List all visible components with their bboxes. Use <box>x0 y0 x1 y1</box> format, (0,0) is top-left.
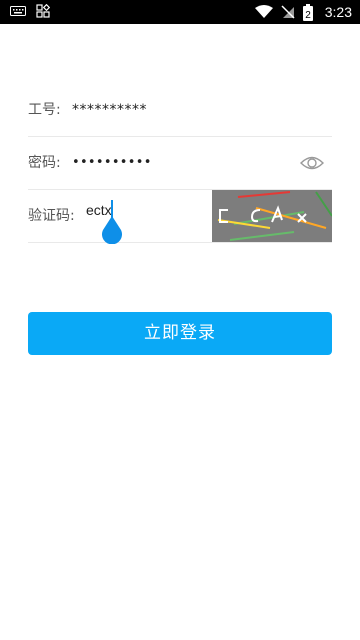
status-time: 3:23 <box>324 4 352 20</box>
no-sim-icon <box>281 5 295 19</box>
cursor-handle-icon[interactable] <box>100 216 124 244</box>
captcha-label: 验证码: <box>28 208 75 224</box>
employee-id-input[interactable]: ********** <box>72 84 147 136</box>
employee-id-row: 工号: ********** <box>28 84 332 137</box>
status-bar-left <box>10 4 50 18</box>
password-input[interactable]: •••••••••• <box>72 137 152 189</box>
captcha-input[interactable]: ectx <box>86 190 210 244</box>
login-button[interactable]: 立即登录 <box>28 312 332 355</box>
battery-level: 2 <box>305 10 311 21</box>
status-bar: 2 3:23 <box>0 0 360 24</box>
wifi-icon <box>254 5 273 18</box>
captcha-image[interactable] <box>212 190 333 242</box>
battery-icon: 2 <box>302 3 313 21</box>
employee-id-label: 工号: <box>28 102 61 118</box>
app-grid-icon <box>36 4 50 18</box>
eye-icon[interactable] <box>300 154 324 172</box>
keyboard-icon <box>10 6 26 16</box>
status-bar-right: 2 3:23 <box>254 0 352 24</box>
password-row: 密码: •••••••••• <box>28 137 332 190</box>
captcha-row: 验证码: ectx <box>28 190 333 244</box>
password-label: 密码: <box>28 155 61 171</box>
login-form: 工号: ********** 密码: •••••••••• 验证码: ectx <box>28 84 333 244</box>
